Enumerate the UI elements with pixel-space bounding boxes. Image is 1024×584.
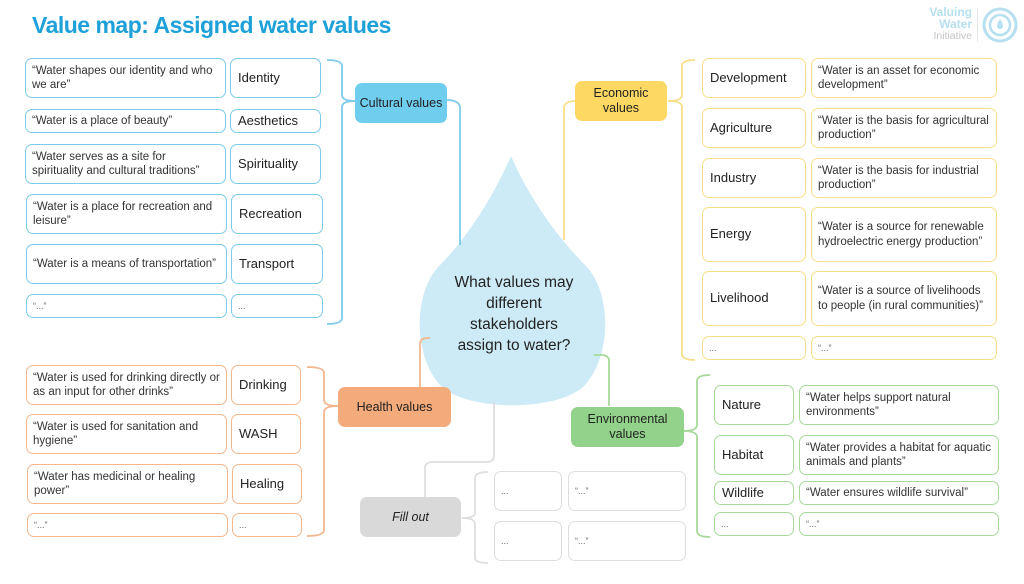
fill-out-label-2[interactable]: ... <box>494 521 562 561</box>
economic-quote-blank[interactable]: “...” <box>811 336 997 360</box>
fill-out-label-1[interactable]: ... <box>494 471 562 511</box>
environmental-label-habitat[interactable]: Habitat <box>714 435 794 475</box>
cultural-label-aesthetics[interactable]: Aesthetics <box>230 109 321 133</box>
health-quote-healing[interactable]: “Water has medicinal or healing power” <box>27 464 228 504</box>
economic-values-hub[interactable]: Economic values <box>575 81 667 121</box>
economic-quote-livelihood[interactable]: “Water is a source of livelihoods to peo… <box>811 271 997 326</box>
economic-label-agriculture[interactable]: Agriculture <box>702 108 806 148</box>
page-title: Value map: Assigned water values <box>32 12 391 38</box>
environmental-values-hub[interactable]: Environmental values <box>571 407 684 447</box>
economic-quote-agriculture[interactable]: “Water is the basis for agricultural pro… <box>811 108 997 148</box>
cultural-label-transport[interactable]: Transport <box>231 244 323 284</box>
logo-divider <box>977 9 978 42</box>
economic-label-energy[interactable]: Energy <box>702 207 806 262</box>
health-label-drinking[interactable]: Drinking <box>231 365 301 405</box>
valuing-water-logo: Valuing Water Initiative <box>916 6 1020 46</box>
center-question: What values may different stakeholders a… <box>454 274 574 354</box>
water-drop-target-icon <box>982 7 1018 43</box>
economic-quote-industry[interactable]: “Water is the basis for industrial produ… <box>811 158 997 198</box>
cultural-values-hub[interactable]: Cultural values <box>355 83 447 123</box>
economic-label-development[interactable]: Development <box>702 58 806 98</box>
logo-text: Valuing Water Initiative <box>929 6 972 42</box>
health-label-wash[interactable]: WASH <box>231 414 301 454</box>
cultural-quote-transport[interactable]: “Water is a means of transportation” <box>26 244 227 284</box>
cultural-quote-spirituality[interactable]: “Water serves as a site for spirituality… <box>25 144 226 184</box>
health-values-hub[interactable]: Health values <box>338 387 451 427</box>
economic-quote-development[interactable]: “Water is an asset for economic developm… <box>811 58 997 98</box>
health-quote-wash[interactable]: “Water is used for sanitation and hygien… <box>26 414 227 454</box>
environmental-quote-nature[interactable]: “Water helps support natural environment… <box>799 385 999 425</box>
economic-label-livelihood[interactable]: Livelihood <box>702 271 806 326</box>
environmental-label-nature[interactable]: Nature <box>714 385 794 425</box>
environmental-quote-habitat[interactable]: “Water provides a habitat for aquatic an… <box>799 435 999 475</box>
health-label-healing[interactable]: Healing <box>232 464 302 504</box>
cultural-label-blank[interactable]: ... <box>231 294 323 318</box>
cultural-quote-identity[interactable]: “Water shapes our identity and who we ar… <box>25 58 226 98</box>
cultural-label-spirituality[interactable]: Spirituality <box>230 144 321 184</box>
economic-label-blank[interactable]: ... <box>702 336 806 360</box>
health-quote-blank[interactable]: “...” <box>27 513 228 537</box>
economic-quote-energy[interactable]: “Water is a source for renewable hydroel… <box>811 207 997 262</box>
environmental-quote-wildlife[interactable]: “Water ensures wildlife survival” <box>799 481 999 505</box>
fill-out-quote-1[interactable]: “...” <box>568 471 686 511</box>
fill-out-quote-2[interactable]: “...” <box>568 521 686 561</box>
health-label-blank[interactable]: ... <box>232 513 302 537</box>
health-quote-drinking[interactable]: “Water is used for drinking directly or … <box>26 365 227 405</box>
environmental-quote-blank[interactable]: “...” <box>799 512 999 536</box>
cultural-label-recreation[interactable]: Recreation <box>231 194 323 234</box>
cultural-quote-recreation[interactable]: “Water is a place for recreation and lei… <box>26 194 227 234</box>
cultural-label-identity[interactable]: Identity <box>230 58 321 98</box>
cultural-quote-aesthetics[interactable]: “Water is a place of beauty” <box>25 109 226 133</box>
logo-line-3: Initiative <box>933 30 972 42</box>
cultural-quote-blank[interactable]: “...” <box>26 294 227 318</box>
economic-label-industry[interactable]: Industry <box>702 158 806 198</box>
environmental-label-wildlife[interactable]: Wildlife <box>714 481 794 505</box>
fill-out-hub[interactable]: Fill out <box>360 497 461 537</box>
logo-line-2: Water <box>939 17 972 31</box>
environmental-label-blank[interactable]: ... <box>714 512 794 536</box>
